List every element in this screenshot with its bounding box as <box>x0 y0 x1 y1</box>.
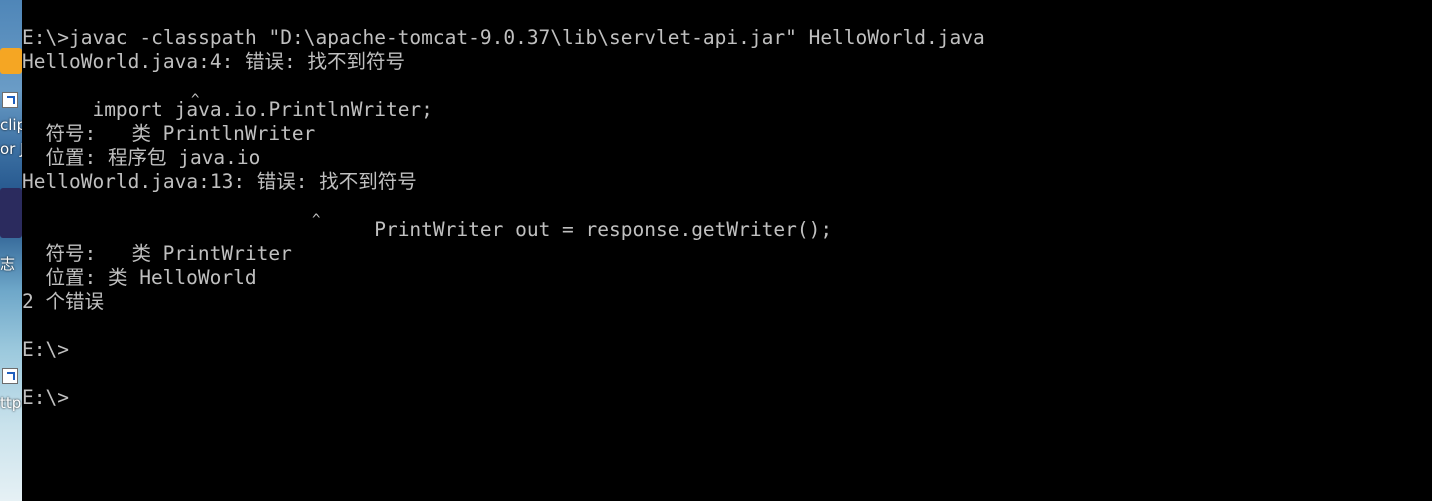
desktop-background: clip or J 志 ttp <box>0 0 22 501</box>
console-line: 位置: 程序包 java.io <box>22 146 261 169</box>
console-line: import java.io.PrintlnWriter; ^ <box>22 74 1432 121</box>
console-output[interactable]: E:\>javac -classpath "D:\apache-tomcat-9… <box>22 26 1432 501</box>
console-line: 符号: 类 PrintlnWriter <box>22 122 316 145</box>
console-line: HelloWorld.java:13: 错误: 找不到符号 <box>22 170 417 193</box>
app-shortcut-icon[interactable] <box>0 188 22 238</box>
desktop-icon-label[interactable]: or J <box>0 140 22 158</box>
console-line: HelloWorld.java:4: 错误: 找不到符号 <box>22 50 406 73</box>
console-prompt: E:\> <box>22 338 69 361</box>
console-line: 2 个错误 <box>22 290 104 313</box>
desktop-icon-label[interactable]: clip <box>0 116 22 134</box>
shortcut-arrow-icon <box>2 92 18 108</box>
console-line: E:\>javac -classpath "D:\apache-tomcat-9… <box>22 26 985 49</box>
eclipse-app-icon[interactable] <box>0 48 22 74</box>
console-prompt: E:\> <box>22 386 69 409</box>
console-line: 符号: 类 PrintWriter <box>22 242 292 265</box>
console-line: 位置: 类 HelloWorld <box>22 266 257 289</box>
desktop-icon-label[interactable]: ttp <box>0 394 22 412</box>
desktop-icon-label[interactable]: 志 <box>0 255 22 273</box>
screen: clip or J 志 ttp E:\>javac -classpath "D:… <box>0 0 1432 501</box>
console-line: PrintWriter out = response.getWriter(); … <box>22 194 1432 241</box>
shortcut-arrow-icon <box>2 368 18 384</box>
